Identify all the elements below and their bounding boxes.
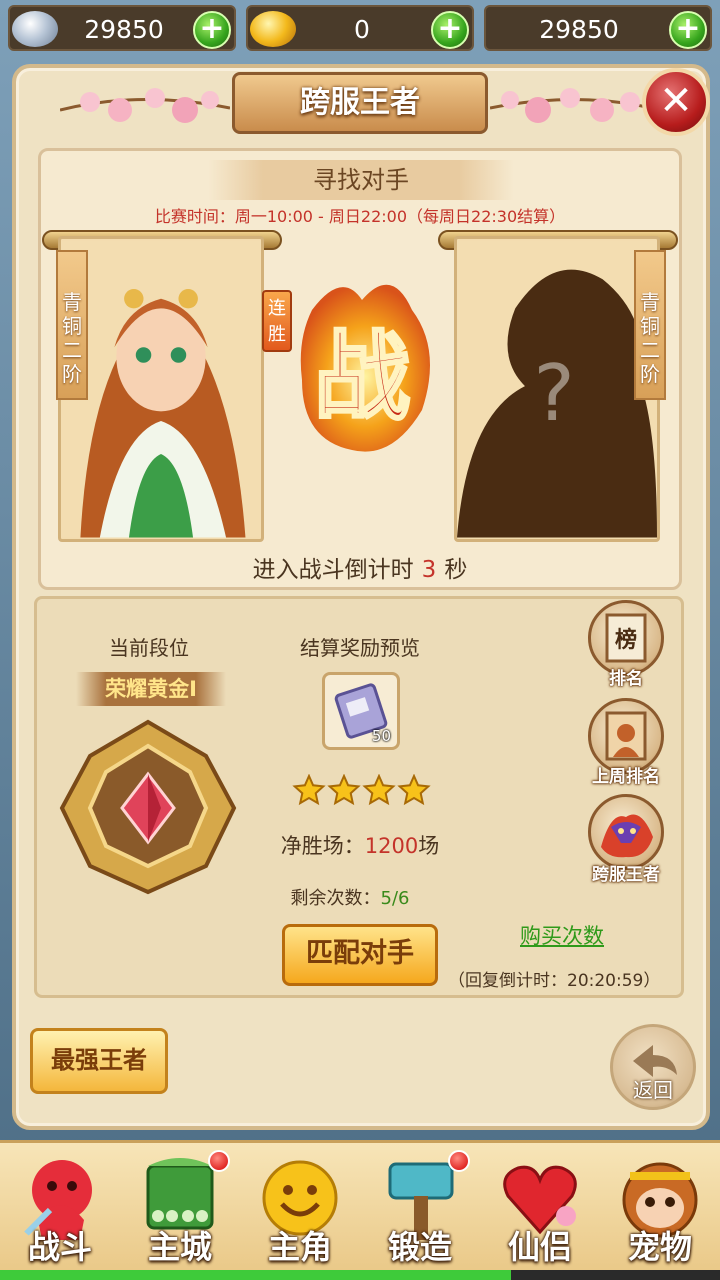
star-icon (397, 774, 431, 806)
silver-ingot-icon (12, 11, 58, 47)
back-label: 返回 (633, 1078, 673, 1102)
question-mark-icon: ? (533, 349, 574, 439)
main-city-notification-dot (208, 1150, 230, 1172)
page-title: 跨服王者 (300, 85, 420, 120)
last-week-ranking-icon (605, 711, 647, 761)
cross-server-king-icon (601, 814, 653, 858)
current-rank-name: 荣耀黄金Ⅰ (76, 672, 226, 706)
third-currency: 29850 + (484, 5, 712, 51)
countdown-prefix: 进入战斗倒计时 (252, 557, 414, 583)
close-button[interactable]: ✕ (642, 68, 710, 136)
star-icon (362, 774, 396, 806)
recover-countdown: （回复倒计时：20:20:59） (448, 971, 661, 991)
nav-pet-label: 宠物 (627, 1228, 692, 1266)
net-wins-value: 1200 (364, 834, 419, 858)
battle-vs-emblem: 战 (300, 284, 430, 452)
nav-forge-label: 锻造 (387, 1228, 452, 1266)
third-currency-value: 29850 (539, 15, 619, 44)
title-banner: 跨服王者 (232, 72, 488, 134)
remaining-attempts: 剩余次数：5/6 (270, 884, 430, 910)
current-rank-label: 当前段位 (109, 636, 189, 660)
ranking-glyph: 榜 (615, 627, 637, 653)
silver-value: 29850 (84, 15, 164, 44)
reward-preview-label: 结算奖励预览 (300, 636, 420, 660)
nav-hero-label: 主角 (267, 1228, 332, 1266)
add-silver-button[interactable]: + (193, 11, 231, 49)
opponent-rank-tag: 青铜二阶 (634, 250, 666, 400)
loading-progress-fill (0, 1270, 512, 1280)
countdown-seconds: 3 (421, 557, 437, 583)
player-rank-tag: 青铜二阶 (56, 250, 88, 400)
cross-server-king-button[interactable] (588, 794, 664, 870)
countdown-suffix: 秒 (444, 557, 468, 583)
nav-pet[interactable]: 宠物 (600, 1146, 720, 1270)
reward-item-slot[interactable]: 50 (322, 672, 400, 750)
last-week-ranking-label: 上周排名 (592, 767, 660, 787)
remaining-label: 剩余次数： (290, 888, 381, 909)
nav-battle-label: 战斗 (27, 1228, 92, 1266)
close-icon: ✕ (659, 78, 693, 124)
nav-main-city-label: 主城 (147, 1228, 212, 1266)
remaining-value: 5/6 (380, 888, 410, 909)
nav-companion-label: 仙侣 (507, 1228, 572, 1266)
net-wins-unit: 场 (418, 834, 440, 858)
nav-battle[interactable]: 战斗 (0, 1146, 120, 1270)
gold-rank-badge-icon (59, 719, 237, 895)
vs-glyph: 战 (314, 321, 410, 433)
loading-progress-bar (0, 1270, 720, 1280)
nav-main-city[interactable]: 主城 (120, 1146, 240, 1270)
cross-server-king-label: 跨服王者 (592, 865, 660, 885)
gold-currency: 0 + (246, 5, 474, 51)
blossom-decoration-right (490, 88, 660, 123)
star-icon (327, 774, 361, 806)
battle-countdown: 进入战斗倒计时 3 秒 (38, 550, 682, 584)
match-time: 比赛时间：周一10:00 - 周日22:00（每周日22:30结算） (154, 207, 566, 226)
silver-currency: 29850 + (8, 5, 236, 51)
reward-star-rating (292, 774, 431, 806)
find-opponent-title: 寻找对手 (208, 160, 514, 200)
player-portrait (58, 236, 264, 542)
unknown-opponent-silhouette: ? (457, 240, 657, 538)
match-opponent-button[interactable]: 匹配对手 (282, 924, 438, 986)
nav-companion[interactable]: 仙侣 (480, 1146, 600, 1270)
blossom-decoration-left (60, 88, 230, 123)
add-currency-button[interactable]: + (669, 11, 707, 49)
forge-notification-dot (448, 1150, 470, 1172)
net-wins-label: 净胜场： (280, 834, 365, 858)
player-hero-image (61, 240, 261, 538)
nav-hero[interactable]: 主角 (240, 1146, 360, 1270)
nav-forge[interactable]: 锻造 (360, 1146, 480, 1270)
currency-bar: 29850 + 0 + 29850 + (0, 0, 720, 62)
ranking-scroll-icon: 榜 (605, 613, 647, 663)
reward-count: 50 (371, 727, 391, 745)
gold-value: 0 (354, 15, 370, 44)
star-icon (292, 774, 326, 806)
opponent-portrait: ? (454, 236, 660, 542)
add-gold-button[interactable]: + (431, 11, 469, 49)
strongest-king-button[interactable]: 最强王者 (30, 1028, 168, 1094)
gold-ingot-icon (250, 11, 296, 47)
net-wins: 净胜场：1200场 (270, 830, 450, 860)
buy-attempts-link[interactable]: 购买次数 (500, 920, 624, 950)
ranking-label: 排名 (609, 669, 643, 689)
